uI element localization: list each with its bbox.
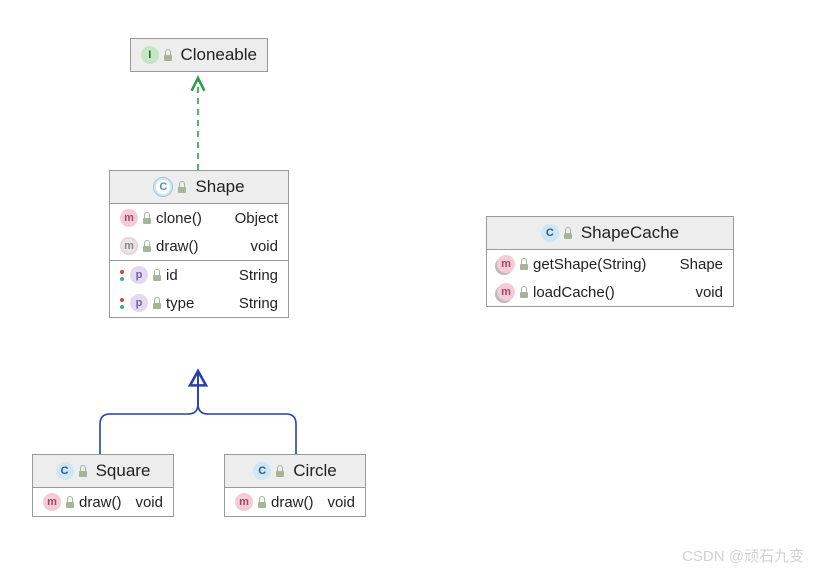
method-icon: m [120,209,138,227]
method-row: m draw() void [110,232,288,260]
class-shape: C Shape m clone() Object m draw() void p… [109,170,289,318]
lock-icon [65,496,75,508]
method-row: m getShape(String) Shape [487,250,733,278]
method-return: void [135,494,163,511]
class-icon: C [56,462,74,480]
class-icon: C [253,462,271,480]
method-row: m draw() void [33,488,173,516]
class-title: Shape [195,177,244,197]
method-return: Shape [680,256,723,273]
lock-icon [152,297,162,309]
class-square: C Square m draw() void [32,454,174,517]
method-signature: getShape(String) [533,256,676,273]
lock-icon [519,258,529,270]
extends-connector-circle [198,370,296,454]
lock-icon [142,240,152,252]
method-signature: loadCache() [533,284,691,301]
property-row: p id String [110,260,288,289]
class-header: C ShapeCache [487,217,733,250]
method-row: m clone() Object [110,204,288,232]
class-title: Square [96,461,151,481]
class-circle: C Circle m draw() void [224,454,366,517]
class-header: C Circle [225,455,365,488]
lock-icon [78,465,88,477]
lock-icon [563,227,573,239]
class-header: I Cloneable [131,39,267,71]
class-title: Circle [293,461,336,481]
class-shapecache: C ShapeCache m getShape(String) Shape m … [486,216,734,307]
lock-icon [142,212,152,224]
static-method-icon: m [497,283,515,301]
method-return: void [695,284,723,301]
method-row: m draw() void [225,488,365,516]
class-title: Cloneable [180,45,257,65]
access-dots-icon [120,298,124,309]
abstract-class-icon: C [153,177,173,197]
lock-icon [257,496,267,508]
method-signature: draw() [271,494,323,511]
method-signature: clone() [156,210,231,227]
lock-icon [177,181,187,193]
extends-connector-square [100,370,198,454]
access-dots-icon [120,270,124,281]
interface-icon: I [141,46,159,64]
property-type: String [239,267,278,284]
property-type: String [239,295,278,312]
watermark: CSDN @顽石九变 [682,545,804,566]
lock-icon [152,269,162,281]
method-return: void [327,494,355,511]
method-return: void [250,238,278,255]
interface-cloneable: I Cloneable [130,38,268,72]
method-return: Object [235,210,278,227]
class-title: ShapeCache [581,223,679,243]
method-signature: draw() [156,238,246,255]
static-method-icon: m [497,255,515,273]
abstract-method-icon: m [120,237,138,255]
class-header: C Square [33,455,173,488]
method-row: m loadCache() void [487,278,733,306]
lock-icon [519,286,529,298]
method-icon: m [235,493,253,511]
property-name: type [166,295,235,312]
property-icon: p [130,266,148,284]
property-icon: p [130,294,148,312]
class-header: C Shape [110,171,288,204]
method-icon: m [43,493,61,511]
lock-icon [163,49,173,61]
property-name: id [166,267,235,284]
class-icon: C [541,224,559,242]
method-signature: draw() [79,494,131,511]
lock-icon [275,465,285,477]
property-row: p type String [110,289,288,317]
